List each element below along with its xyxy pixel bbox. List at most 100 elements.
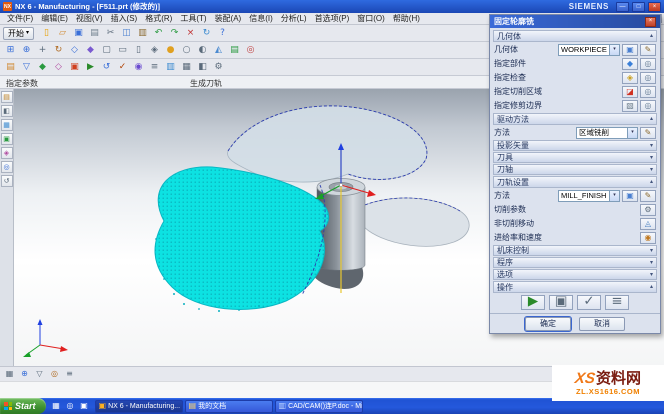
delete-icon[interactable]: × xyxy=(183,26,198,40)
reuse-library-icon[interactable]: ◈ xyxy=(1,147,13,159)
replay-toolpath-icon[interactable]: ↺ xyxy=(99,60,114,74)
generate-button[interactable]: ▶ xyxy=(521,295,545,310)
taskbar-window-button[interactable]: ▥ CAD/CAM()连P.doc - Mi... xyxy=(275,400,363,413)
hidden-line-icon[interactable]: ◐ xyxy=(195,43,210,57)
menu-item[interactable]: 分析(L) xyxy=(277,13,311,24)
dialog-title-bar[interactable]: 固定轮廓铣 × xyxy=(490,15,660,28)
paste-icon[interactable]: ▥ xyxy=(135,26,150,40)
new-icon[interactable]: ▯ xyxy=(39,26,54,40)
print-icon[interactable]: ▤ xyxy=(87,26,102,40)
edit-geometry-button[interactable]: ✎ xyxy=(640,44,656,56)
maximize-button[interactable]: □ xyxy=(632,2,645,12)
collapsed-section-header[interactable]: 选项 ▾ xyxy=(493,269,657,280)
select-object-button[interactable]: ◪ xyxy=(622,86,638,98)
path-method-select[interactable]: MILL_FINISH ▾ xyxy=(558,190,620,202)
operation-list-icon[interactable]: ▦ xyxy=(179,60,194,74)
menu-item[interactable]: 编辑(E) xyxy=(37,13,72,24)
title-bar[interactable]: NX NX 6 - Manufacturing - [F511.prt (修改的… xyxy=(0,0,664,13)
edit-drive-method-button[interactable]: ✎ xyxy=(640,127,656,139)
new-method-button[interactable]: ▣ xyxy=(622,190,638,202)
collapsed-section-header[interactable]: 刀轴 ▾ xyxy=(493,164,657,175)
taskbar-window-button[interactable]: ▤ 我的文档 xyxy=(185,400,273,413)
select-object-button[interactable]: ▧ xyxy=(622,100,638,112)
top-view-icon[interactable]: ▭ xyxy=(115,43,130,57)
section-header-geometry[interactable]: 几何体 ▴ xyxy=(493,30,657,42)
collapsed-section-header[interactable]: 程序 ▾ xyxy=(493,257,657,268)
menu-item[interactable]: 工具(T) xyxy=(176,13,210,24)
cut-icon[interactable]: ✂ xyxy=(103,26,118,40)
open-icon[interactable]: ▱ xyxy=(55,26,70,40)
menu-item[interactable]: 首选项(P) xyxy=(311,13,354,24)
menu-item[interactable]: 装配(A) xyxy=(211,13,246,24)
redo-icon[interactable]: ↷ xyxy=(167,26,182,40)
info-icon[interactable]: ≡ xyxy=(63,368,76,380)
operation-navigator-icon[interactable]: ▣ xyxy=(1,133,13,145)
cancel-button[interactable]: 取消 xyxy=(579,317,625,331)
select-object-button[interactable]: ◆ xyxy=(622,58,638,70)
part-navigator-icon[interactable]: ▦ xyxy=(1,119,13,131)
geometry-select[interactable]: WORKPIECE ▾ xyxy=(558,44,620,56)
snap-point-icon[interactable]: ⊕ xyxy=(18,368,31,380)
refresh-icon[interactable]: ↻ xyxy=(199,26,214,40)
edit-method-button[interactable]: ✎ xyxy=(640,190,656,202)
minimize-button[interactable]: — xyxy=(616,2,629,12)
hd3d-tool-icon[interactable]: ◎ xyxy=(1,161,13,173)
menu-item[interactable]: 插入(S) xyxy=(107,13,142,24)
collapsed-section-header[interactable]: 机床控制 ▾ xyxy=(493,245,657,256)
generate-toolpath-icon[interactable]: ▶ xyxy=(83,60,98,74)
ok-button[interactable]: 确定 xyxy=(525,317,571,331)
start-button[interactable]: Start xyxy=(0,398,46,414)
create-tool-icon[interactable]: ▽ xyxy=(19,60,34,74)
wcs-display-icon[interactable]: ◎ xyxy=(243,43,258,57)
parallel-generate-button[interactable]: ▣ xyxy=(549,295,573,310)
history-icon[interactable]: ↺ xyxy=(1,175,13,187)
simulate-machine-icon[interactable]: ◉ xyxy=(131,60,146,74)
menu-item[interactable]: 帮助(H) xyxy=(389,13,424,24)
selection-filter-icon[interactable]: ▽ xyxy=(33,368,46,380)
rotate-view-icon[interactable]: ↻ xyxy=(51,43,66,57)
gouge-check-icon[interactable]: ◧ xyxy=(195,60,210,74)
highlight-icon[interactable]: ◎ xyxy=(48,368,61,380)
selection-scope-icon[interactable]: ▦ xyxy=(3,368,16,380)
create-operation-icon[interactable]: ▣ xyxy=(67,60,82,74)
side-view-icon[interactable]: ▯ xyxy=(131,43,146,57)
shaded-icon[interactable]: ● xyxy=(163,43,178,57)
new-geometry-button[interactable]: ▣ xyxy=(622,44,638,56)
taskbar-window-button[interactable]: ▣ NX 6 - Manufacturing... xyxy=(95,400,183,413)
collapsed-section-header[interactable]: 刀具 ▾ xyxy=(493,152,657,163)
close-button[interactable]: × xyxy=(648,2,661,12)
pan-icon[interactable]: + xyxy=(35,43,50,57)
display-button[interactable]: ◎ xyxy=(640,100,656,112)
copy-icon[interactable]: ◫ xyxy=(119,26,134,40)
open-settings-button[interactable]: ⚙ xyxy=(640,204,656,216)
menu-item[interactable]: 视图(V) xyxy=(72,13,107,24)
collapsed-section-header[interactable]: 投影矢量 ▾ xyxy=(493,140,657,151)
start-menu-button[interactable]: 开始 ▾ xyxy=(3,27,34,40)
internet-explorer-icon[interactable]: ◎ xyxy=(64,400,77,413)
menu-item[interactable]: 信息(I) xyxy=(245,13,277,24)
menu-item[interactable]: 文件(F) xyxy=(3,13,37,24)
undo-icon[interactable]: ↶ xyxy=(151,26,166,40)
constraint-navigator-icon[interactable]: ◧ xyxy=(1,105,13,117)
create-program-icon[interactable]: ▤ xyxy=(3,60,18,74)
wireframe-icon[interactable]: ○ xyxy=(179,43,194,57)
machine-tool-view-icon[interactable]: ⚙ xyxy=(211,60,226,74)
drive-method-select[interactable]: 区域铣削 ▾ xyxy=(576,127,638,139)
create-geometry-icon[interactable]: ◆ xyxy=(35,60,50,74)
zoom-icon[interactable]: ⊕ xyxy=(19,43,34,57)
orient-view-icon[interactable]: ◇ xyxy=(67,43,82,57)
front-view-icon[interactable]: ▢ xyxy=(99,43,114,57)
media-player-icon[interactable]: ▣ xyxy=(78,400,91,413)
display-button[interactable]: ◎ xyxy=(640,58,656,70)
layer-settings-icon[interactable]: ▤ xyxy=(227,43,242,57)
shop-documentation-icon[interactable]: ▥ xyxy=(163,60,178,74)
isometric-view-icon[interactable]: ◈ xyxy=(147,43,162,57)
section-header-actions[interactable]: 操作 ▴ xyxy=(493,281,657,293)
trimetric-view-icon[interactable]: ◆ xyxy=(83,43,98,57)
save-icon[interactable]: ▣ xyxy=(71,26,86,40)
list-button[interactable]: ≡ xyxy=(605,295,629,310)
open-settings-button[interactable]: ◬ xyxy=(640,218,656,230)
show-desktop-icon[interactable]: ▦ xyxy=(50,400,63,413)
menu-item[interactable]: 格式(R) xyxy=(141,13,176,24)
create-method-icon[interactable]: ◇ xyxy=(51,60,66,74)
